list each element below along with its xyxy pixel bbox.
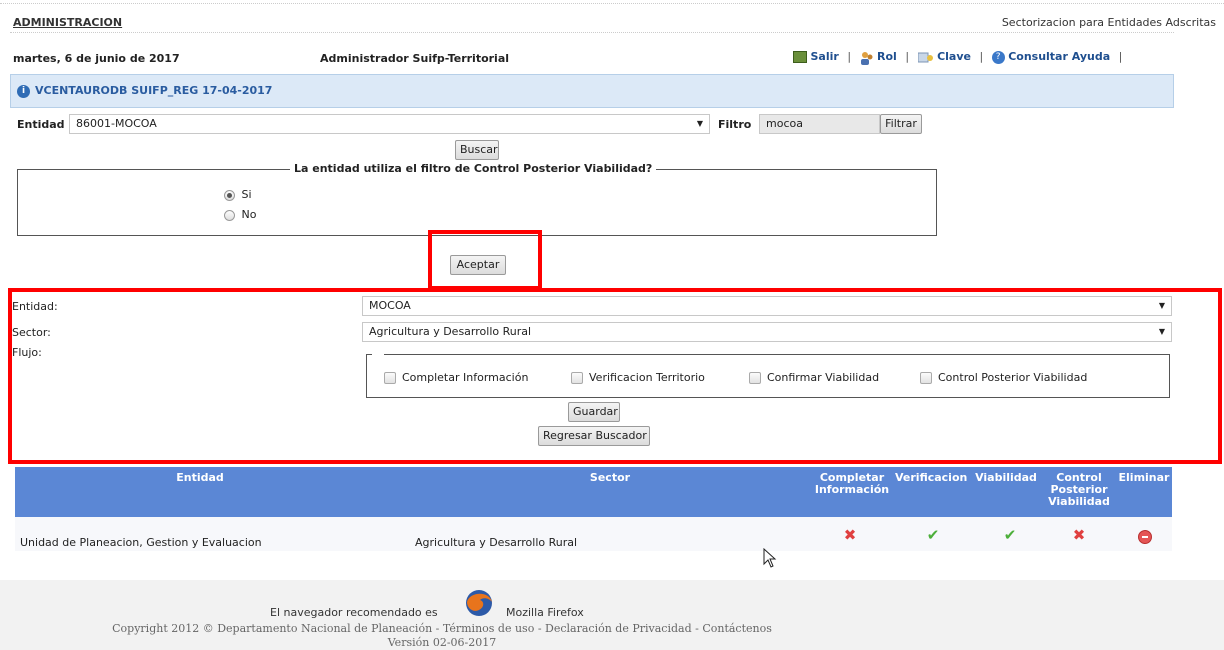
checkbox-viabilidad[interactable] [749, 372, 761, 384]
top-border [0, 0, 1224, 4]
checkbox-control[interactable] [920, 372, 932, 384]
check-icon: ✔ [926, 526, 940, 544]
info-icon: i [17, 85, 30, 98]
exit-icon [793, 51, 807, 63]
mouse-cursor-icon [763, 547, 777, 571]
link-separator: | [847, 50, 852, 63]
browser-text: El navegador recomendado es [270, 606, 438, 619]
entidad-search-label: Entidad [17, 118, 65, 131]
radio-si[interactable] [224, 189, 235, 201]
filtro-label: Filtro [718, 118, 752, 131]
browser-name: Mozilla Firefox [506, 606, 584, 619]
entidad-search-value: 86001-MOCOA [76, 117, 157, 130]
consultar-ayuda-link[interactable]: Consultar Ayuda [1008, 50, 1110, 63]
flujo-option-completar[interactable]: Completar Información [384, 371, 528, 384]
link-separator: | [905, 50, 910, 63]
help-icon: ? [991, 50, 1005, 64]
regresar-buscador-button[interactable]: Regresar Buscador [538, 426, 650, 446]
checkbox-completar-label: Completar Información [402, 371, 529, 384]
cross-icon: ✖ [843, 526, 857, 544]
filtrar-button[interactable]: Filtrar [880, 114, 922, 134]
control-posterior-legend: La entidad utiliza el filtro de Control … [290, 162, 657, 175]
form-sector-select[interactable]: Agricultura y Desarrollo Rural ▼ [362, 322, 1172, 342]
current-date: martes, 6 de junio de 2017 [13, 52, 180, 65]
th-entidad: Entidad [176, 471, 224, 484]
form-entidad-label: Entidad: [12, 300, 58, 313]
form-sector-label: Sector: [12, 326, 51, 339]
user-role: Administrador Suifp-Territorial [320, 52, 510, 65]
flujo-option-control[interactable]: Control Posterior Viabilidad [920, 371, 1087, 384]
filtro-input[interactable]: mocoa [759, 114, 880, 134]
dropdown-arrow-icon: ▼ [696, 119, 703, 128]
page-name: Sectorizacion para Entidades Adscritas [1001, 16, 1216, 29]
header-links: Salir | Rol | Clave | ? Consultar Ayuda … [793, 50, 1127, 65]
radio-si-label: Si [241, 188, 252, 201]
checkbox-verificacion-label: Verificacion Territorio [589, 371, 705, 384]
checkbox-viabilidad-label: Confirmar Viabilidad [767, 371, 880, 384]
flujo-option-viabilidad[interactable]: Confirmar Viabilidad [749, 371, 879, 384]
checkbox-verificacion[interactable] [571, 372, 583, 384]
firefox-icon [461, 588, 497, 621]
th-verificacion: Verificacion [895, 471, 968, 484]
delete-icon[interactable] [1138, 530, 1152, 544]
checkbox-completar[interactable] [384, 372, 396, 384]
radio-no-label: No [241, 208, 257, 221]
salir-link[interactable]: Salir [811, 50, 839, 63]
row-entidad: Unidad de Planeacion, Gestion y Evaluaci… [20, 536, 262, 549]
version: Versión 02-06-2017 [387, 636, 497, 649]
form-entidad-select[interactable]: MOCOA ▼ [362, 296, 1172, 316]
form-entidad-value: MOCOA [369, 299, 411, 312]
buscar-button[interactable]: Buscar [455, 140, 499, 160]
clave-link[interactable]: Clave [937, 50, 971, 63]
dropdown-arrow-icon: ▼ [1158, 327, 1165, 336]
role-icon [860, 51, 874, 65]
th-completar: Completar Información [814, 471, 890, 496]
radio-no[interactable] [224, 209, 235, 221]
checkbox-control-label: Control Posterior Viabilidad [938, 371, 1088, 384]
link-separator: | [1118, 50, 1123, 63]
flujo-option-verificacion[interactable]: Verificacion Territorio [571, 371, 705, 384]
form-sector-value: Agricultura y Desarrollo Rural [369, 325, 532, 338]
footer [0, 580, 1224, 650]
entidad-search-select[interactable]: 86001-MOCOA ▼ [69, 114, 710, 134]
rol-link[interactable]: Rol [877, 50, 897, 63]
key-icon [917, 51, 934, 63]
th-eliminar: Eliminar [1118, 471, 1170, 484]
radio-no-row[interactable]: No [224, 208, 256, 221]
link-separator: | [979, 50, 984, 63]
copyright: Copyright 2012 © Departamento Nacional d… [112, 622, 772, 635]
info-bar: i VCENTAURODB SUIFP_REG 17-04-2017 [10, 74, 1174, 108]
th-sector: Sector [589, 471, 631, 484]
section-title: ADMINISTRACION [13, 16, 123, 29]
guardar-button[interactable]: Guardar [568, 402, 620, 422]
flujo-legend-gap [372, 348, 384, 358]
radio-si-row[interactable]: Si [224, 188, 252, 201]
check-icon: ✔ [1003, 526, 1017, 544]
th-viabilidad: Viabilidad [975, 471, 1037, 484]
info-bar-text: VCENTAURODB SUIFP_REG 17-04-2017 [35, 84, 273, 97]
dropdown-arrow-icon: ▼ [1158, 301, 1165, 310]
form-flujo-label: Flujo: [12, 346, 42, 359]
header-divider [10, 32, 1174, 33]
cross-icon: ✖ [1072, 526, 1086, 544]
aceptar-button[interactable]: Aceptar [450, 255, 506, 275]
th-control: Control Posterior Viabilidad [1048, 471, 1110, 508]
row-sector: Agricultura y Desarrollo Rural [415, 536, 578, 549]
control-posterior-fieldset [17, 169, 937, 236]
